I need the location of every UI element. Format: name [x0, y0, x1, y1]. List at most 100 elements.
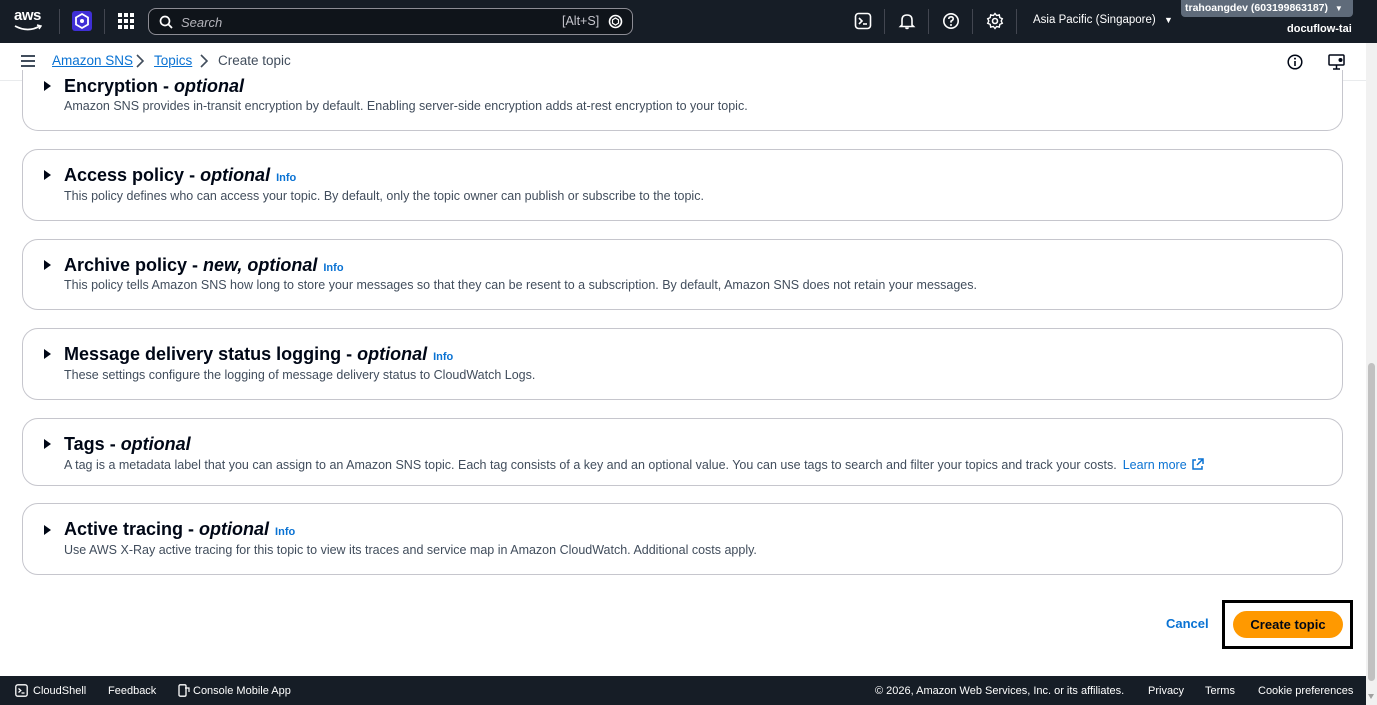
caret-right-icon[interactable] [44, 170, 51, 180]
caret-down-icon: ▼ [1163, 15, 1173, 25]
create-topic-button[interactable]: Create topic [1233, 611, 1343, 638]
info-link[interactable]: Info [433, 351, 453, 363]
panel-optional-label: optional [357, 344, 428, 364]
panel-tags[interactable]: Tags - optional A tag is a metadata labe… [22, 418, 1343, 486]
cancel-button[interactable]: Cancel [1166, 616, 1209, 631]
caret-right-icon[interactable] [44, 439, 51, 449]
nav-divider [59, 9, 60, 34]
breadcrumb-amazon-sns[interactable]: Amazon SNS [52, 53, 133, 68]
panel-optional-label: optional [174, 76, 245, 96]
learn-more-label: Learn more [1122, 458, 1187, 472]
info-link[interactable]: Info [276, 172, 296, 184]
panel-description-text: A tag is a metadata label that you can a… [64, 458, 1117, 472]
panel-title[interactable]: Active tracing - optional Info [64, 519, 295, 540]
panel-optional-label: optional [199, 519, 270, 539]
panel-title-separator: - [341, 344, 358, 364]
services-grid-icon[interactable] [117, 12, 135, 30]
region-label: Asia Pacific (Singapore) [1033, 14, 1156, 26]
amazon-q-extension-icon[interactable] [72, 10, 92, 32]
region-selector[interactable]: Asia Pacific (Singapore) ▼ [1033, 14, 1173, 26]
chevron-right-icon [136, 54, 145, 68]
top-navigation: aws [Alt+S] [0, 0, 1377, 43]
panel-encryption[interactable]: Encryption - optional Amazon SNS provide… [22, 70, 1343, 131]
panel-description: Amazon SNS provides in-transit encryptio… [64, 99, 748, 113]
account-menu[interactable]: trahoangdev (603199863187) ▼ [1181, 0, 1353, 17]
footer-terms-link[interactable]: Terms [1205, 685, 1235, 697]
panel-title-text: Archive policy [64, 255, 188, 275]
panel-title-separator: - [158, 76, 175, 96]
panel-title[interactable]: Archive policy - new, optional Info [64, 255, 344, 276]
chevron-right-icon [200, 54, 209, 68]
nav-divider [928, 9, 929, 34]
panel-title[interactable]: Tags - optional [64, 434, 191, 455]
panel-title-text: Active tracing [64, 519, 184, 539]
panel-description: This policy tells Amazon SNS how long to… [64, 278, 977, 292]
learn-more-link[interactable]: Learn more [1123, 458, 1204, 472]
nav-divider [884, 9, 885, 34]
panel-title-text: Message delivery status logging [64, 344, 342, 364]
search-icon [159, 15, 173, 29]
aws-logo-text: aws [14, 7, 41, 24]
panel-archive-policy[interactable]: Archive policy - new, optional Info This … [22, 239, 1343, 310]
footer-copyright: © 2026, Amazon Web Services, Inc. or its… [875, 685, 1125, 697]
panel-title-separator: - [104, 434, 121, 454]
scrollbar-thumb[interactable] [1368, 363, 1375, 681]
scrollbar[interactable] [1366, 43, 1377, 705]
footer-cookie-preferences-link[interactable]: Cookie preferences [1258, 685, 1353, 697]
panel-title-text: Tags [64, 434, 105, 454]
footer-cloudshell-link[interactable]: CloudShell [33, 685, 86, 697]
panel-title-text: Access policy [64, 165, 185, 185]
user-name[interactable]: docuflow-tai [1287, 23, 1352, 35]
panel-optional-label: new, optional [203, 255, 318, 275]
info-link[interactable]: Info [323, 262, 343, 274]
cloudshell-icon[interactable] [854, 12, 872, 30]
scroll-down-arrow-icon[interactable] [1368, 694, 1374, 699]
menu-icon[interactable] [21, 55, 35, 67]
caret-right-icon[interactable] [44, 525, 51, 535]
panel-active-tracing[interactable]: Active tracing - optional Info Use AWS X-… [22, 503, 1343, 575]
amazon-q-icon[interactable] [608, 14, 623, 29]
cloudshell-icon [15, 684, 28, 697]
external-link-icon [1192, 458, 1204, 470]
nav-divider [972, 9, 973, 34]
panel-title[interactable]: Encryption - optional [64, 76, 244, 97]
nav-divider [1016, 9, 1017, 34]
caret-down-icon: ▼ [1334, 4, 1343, 13]
panel-description: Use AWS X-Ray active tracing for this to… [64, 543, 757, 557]
account-label: trahoangdev (603199863187) [1185, 2, 1328, 14]
panel-optional-label: optional [200, 165, 271, 185]
info-icon[interactable] [1287, 54, 1303, 70]
search-shortcut: [Alt+S] [562, 14, 600, 28]
footer-privacy-link[interactable]: Privacy [1148, 685, 1184, 697]
panel-optional-label: optional [120, 434, 191, 454]
panel-title-separator: - [184, 165, 201, 185]
caret-right-icon[interactable] [44, 81, 51, 91]
panel-title-separator: - [187, 255, 204, 275]
caret-right-icon[interactable] [44, 349, 51, 359]
caret-right-icon[interactable] [44, 260, 51, 270]
aws-logo[interactable]: aws [14, 8, 46, 34]
settings-icon[interactable] [986, 12, 1004, 30]
panel-title-text: Encryption [64, 76, 159, 96]
breadcrumb-topics[interactable]: Topics [154, 53, 192, 68]
panel-title[interactable]: Message delivery status logging - option… [64, 344, 453, 365]
footer: CloudShell Feedback Console Mobile App ©… [0, 676, 1366, 705]
panel-title[interactable]: Access policy - optional Info [64, 165, 296, 186]
mobile-app-icon [178, 684, 190, 697]
search-input[interactable] [181, 12, 561, 32]
bell-icon[interactable] [898, 12, 916, 30]
search-box[interactable]: [Alt+S] [148, 8, 633, 35]
panel-title-separator: - [183, 519, 200, 539]
info-link[interactable]: Info [275, 526, 295, 538]
footer-feedback-link[interactable]: Feedback [108, 685, 156, 697]
panel-description: This policy defines who can access your … [64, 189, 704, 203]
aws-smile-icon [14, 24, 42, 31]
nav-divider [104, 9, 105, 34]
panel-description: A tag is a metadata label that you can a… [64, 458, 1204, 472]
notifications-panel-icon[interactable] [1328, 54, 1345, 70]
panel-access-policy[interactable]: Access policy - optional Info This policy… [22, 149, 1343, 221]
help-icon[interactable] [942, 12, 960, 30]
panel-description: These settings configure the logging of … [64, 368, 536, 382]
footer-mobile-app-link[interactable]: Console Mobile App [193, 685, 291, 697]
panel-message-delivery-status-logging[interactable]: Message delivery status logging - option… [22, 328, 1343, 400]
